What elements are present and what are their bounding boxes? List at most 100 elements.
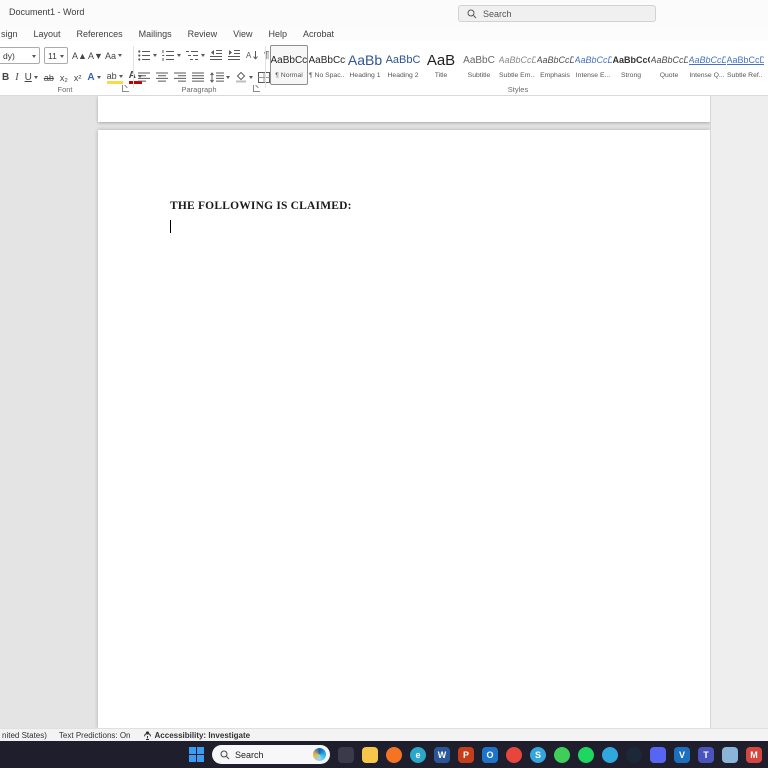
- grow-font-button[interactable]: A▲: [72, 47, 87, 64]
- shrink-font-button[interactable]: A▼: [88, 47, 103, 64]
- task-view-icon[interactable]: [338, 747, 354, 763]
- align-right-button[interactable]: [174, 72, 187, 83]
- style-subtitle[interactable]: AaBbCSubtitle: [460, 45, 498, 85]
- strikethrough-button[interactable]: ab: [44, 73, 54, 83]
- word-window: Document1 - Word Search signLayoutRefere…: [0, 0, 768, 768]
- bing-icon: [313, 748, 326, 761]
- style-quote[interactable]: AaBbCcDQuote: [650, 45, 688, 85]
- status-text-predictions[interactable]: Text Predictions: On: [59, 731, 131, 740]
- italic-button[interactable]: I: [15, 72, 18, 83]
- telegram-icon[interactable]: [602, 747, 618, 763]
- sort-button[interactable]: A: [246, 50, 259, 61]
- firefox-icon[interactable]: [386, 747, 402, 763]
- style-preview: AaBbCcD: [727, 49, 764, 71]
- document-page[interactable]: THE FOLLOWING IS CLAIMED:: [98, 130, 710, 728]
- accessibility-icon: [143, 731, 152, 740]
- chevron-down-icon: [60, 55, 64, 58]
- style-title[interactable]: AaBTitle: [422, 45, 460, 85]
- chevron-down-icon: [153, 54, 157, 57]
- font-size-value: 11: [48, 51, 57, 61]
- teams-icon[interactable]: T: [698, 747, 714, 763]
- file-explorer-icon[interactable]: [362, 747, 378, 763]
- status-language[interactable]: nited States): [2, 731, 47, 740]
- style-heading1[interactable]: AaBbHeading 1: [346, 45, 384, 85]
- style-subtle-reference[interactable]: AaBbCcDSubtle Ref...: [726, 45, 764, 85]
- edge-icon[interactable]: e: [410, 747, 426, 763]
- tab-acrobat[interactable]: Acrobat: [303, 29, 334, 39]
- font-group-label: Font: [0, 85, 130, 94]
- previous-page-bottom[interactable]: [98, 96, 710, 122]
- style-label: Intense Q...: [689, 72, 724, 79]
- decrease-indent-button[interactable]: [210, 50, 223, 61]
- style-strong[interactable]: AaBbCcCStrong: [612, 45, 650, 85]
- underline-label: U: [25, 72, 32, 83]
- bullets-button[interactable]: [138, 50, 157, 61]
- taskbar-search-box[interactable]: Search: [212, 745, 330, 764]
- superscript-button[interactable]: x²: [74, 73, 82, 83]
- word-icon[interactable]: W: [434, 747, 450, 763]
- style-label: Title: [435, 72, 448, 79]
- start-button[interactable]: [188, 747, 204, 763]
- font-name-combobox[interactable]: dy): [0, 47, 40, 64]
- style-intense-quote[interactable]: AaBbCcDIntense Q...: [688, 45, 726, 85]
- text-effects-button[interactable]: A: [87, 72, 100, 83]
- tab-review[interactable]: Review: [188, 29, 218, 39]
- style-label: Subtle Em...: [499, 72, 535, 79]
- titlebar-search-box[interactable]: Search: [458, 5, 656, 22]
- outlook-icon[interactable]: O: [482, 747, 498, 763]
- search-icon: [220, 750, 230, 760]
- style-preview: AaBbCcD: [689, 49, 726, 71]
- style-preview: AaBbC: [386, 49, 421, 71]
- underline-button[interactable]: U: [25, 72, 38, 83]
- style-normal[interactable]: AaBbCcD¶ Normal: [270, 45, 308, 85]
- bold-button[interactable]: B: [2, 72, 9, 83]
- justify-button[interactable]: [192, 72, 205, 83]
- gmail-icon[interactable]: M: [746, 747, 762, 763]
- vscode-icon[interactable]: V: [674, 747, 690, 763]
- tab-mailings[interactable]: Mailings: [139, 29, 172, 39]
- multilevel-list-button[interactable]: [186, 50, 205, 61]
- notepad-icon[interactable]: [722, 747, 738, 763]
- style-preview: AaBbCcD: [271, 49, 308, 71]
- style-emphasis[interactable]: AaBbCcDEmphasis: [536, 45, 574, 85]
- chevron-down-icon: [34, 76, 38, 79]
- style-heading2[interactable]: AaBbCHeading 2: [384, 45, 422, 85]
- tab-layout[interactable]: Layout: [34, 29, 61, 39]
- align-left-button[interactable]: [138, 72, 151, 83]
- tab-references[interactable]: References: [77, 29, 123, 39]
- group-separator: [265, 46, 266, 88]
- powerpoint-icon[interactable]: P: [458, 747, 474, 763]
- skype-icon[interactable]: S: [530, 747, 546, 763]
- svg-text:A: A: [246, 51, 252, 60]
- font-dialog-launcher-icon[interactable]: [122, 85, 129, 92]
- status-accessibility[interactable]: Accessibility: Investigate: [143, 731, 251, 740]
- discord-icon[interactable]: [650, 747, 666, 763]
- chevron-down-icon: [226, 76, 230, 79]
- paragraph-dialog-launcher-icon[interactable]: [253, 85, 260, 92]
- line-spacing-button[interactable]: [210, 72, 230, 83]
- tab-view[interactable]: View: [233, 29, 252, 39]
- style-subtle-emphasis[interactable]: AaBbCcDSubtle Em...: [498, 45, 536, 85]
- tab-design-partial[interactable]: sign: [1, 29, 18, 39]
- whatsapp-icon[interactable]: [554, 747, 570, 763]
- document-heading: THE FOLLOWING IS CLAIMED:: [170, 200, 352, 212]
- change-case-button[interactable]: Aa: [105, 47, 122, 64]
- subscript-button[interactable]: x₂: [60, 73, 68, 83]
- spotify-icon[interactable]: [578, 747, 594, 763]
- paragraph-group-label: Paragraph: [136, 85, 262, 94]
- align-center-button[interactable]: [156, 72, 169, 83]
- style-no-spacing[interactable]: AaBbCcD¶ No Spac...: [308, 45, 346, 85]
- steam-icon[interactable]: [626, 747, 642, 763]
- highlight-color-button[interactable]: ab: [107, 71, 123, 84]
- grow-font-icon: A▲: [72, 51, 87, 61]
- style-label: Quote: [660, 72, 679, 79]
- font-buttons-row: B I U ab x₂ x² A ab A: [2, 69, 142, 86]
- chevron-down-icon: [119, 75, 123, 78]
- tab-help[interactable]: Help: [268, 29, 287, 39]
- font-size-combobox[interactable]: 11: [44, 47, 68, 64]
- increase-indent-button[interactable]: [228, 50, 241, 61]
- chrome-icon[interactable]: [506, 747, 522, 763]
- style-intense-emphasis[interactable]: AaBbCcDIntense E...: [574, 45, 612, 85]
- shading-button[interactable]: [235, 72, 253, 83]
- numbering-button[interactable]: [162, 50, 181, 61]
